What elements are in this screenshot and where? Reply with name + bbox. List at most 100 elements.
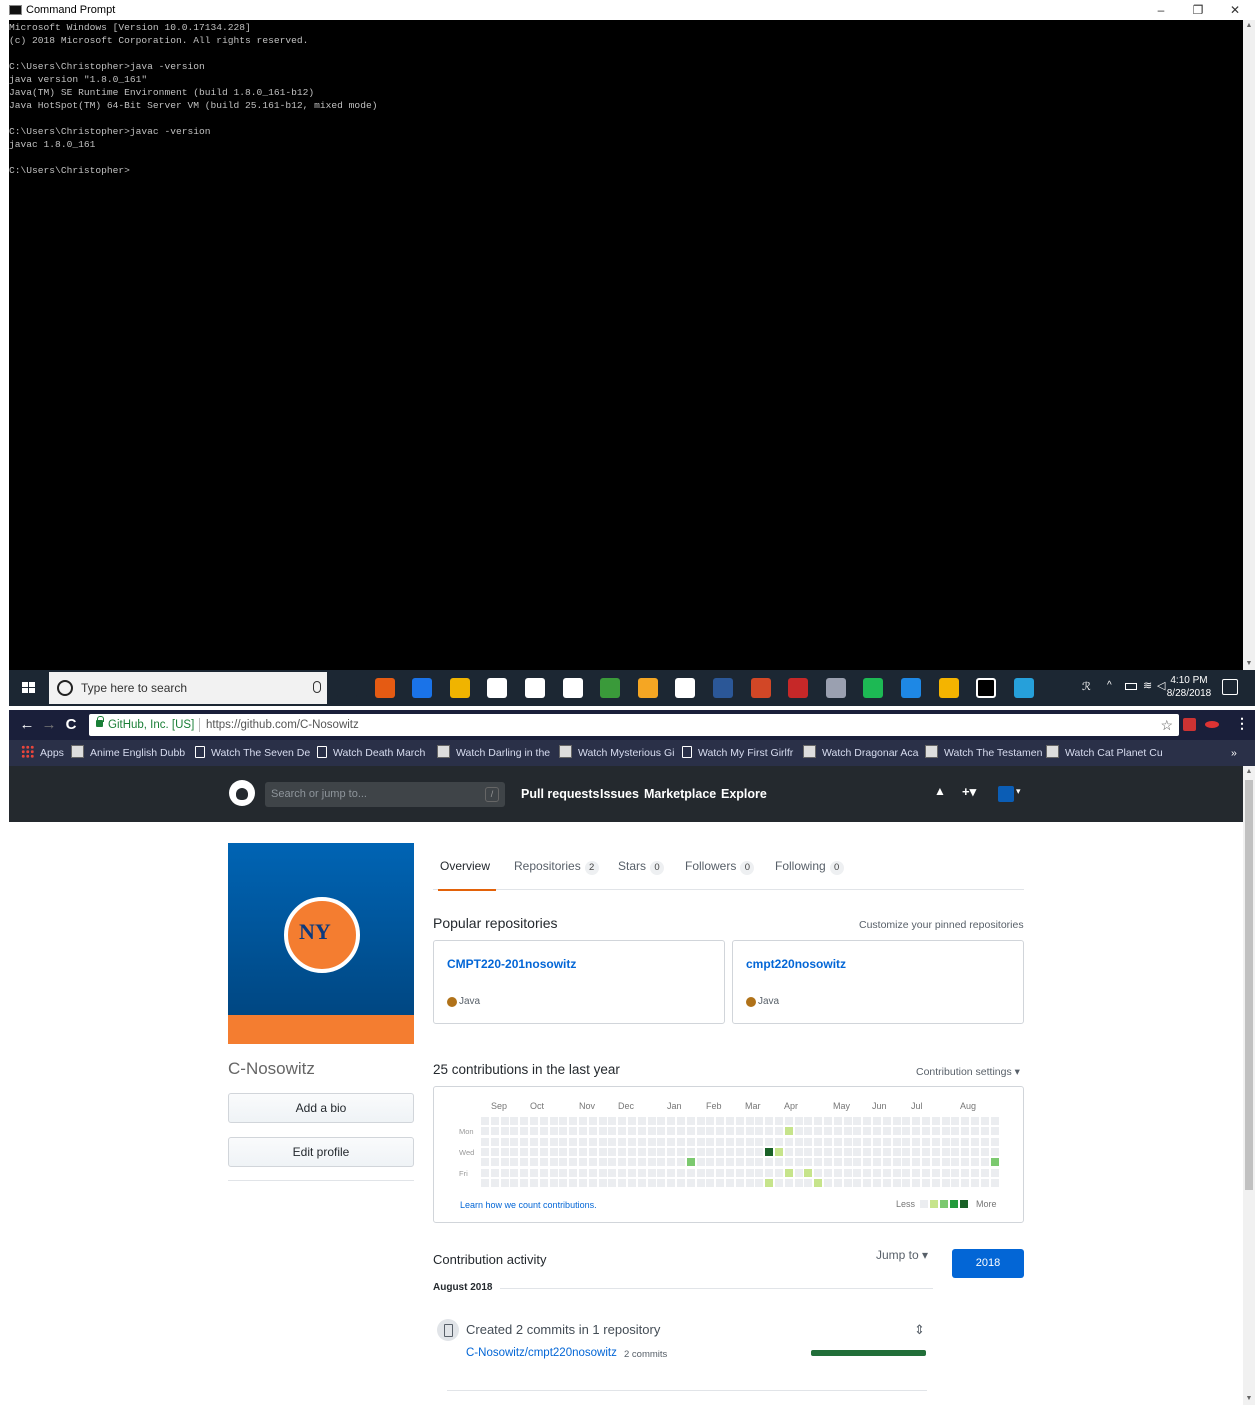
contribution-day[interactable]	[647, 1147, 656, 1156]
contribution-day[interactable]	[961, 1117, 970, 1125]
contribution-day[interactable]	[990, 1147, 999, 1156]
cmd-title-bar[interactable]: Command Prompt – ❐ ✕	[0, 0, 1255, 20]
contribution-day[interactable]	[716, 1168, 725, 1177]
contribution-day[interactable]	[833, 1117, 842, 1125]
contribution-day[interactable]	[814, 1158, 823, 1167]
contribution-day[interactable]	[735, 1168, 744, 1177]
jump-to-menu[interactable]: Jump to ▾	[876, 1248, 928, 1262]
reload-button[interactable]: C	[61, 715, 81, 735]
contribution-day[interactable]	[873, 1158, 881, 1167]
contribution-day[interactable]	[882, 1137, 891, 1146]
contribution-day[interactable]	[735, 1147, 744, 1156]
contribution-day[interactable]	[843, 1117, 852, 1125]
contribution-day[interactable]	[490, 1117, 499, 1125]
contribution-day[interactable]	[990, 1137, 999, 1146]
contribution-day[interactable]	[667, 1168, 676, 1177]
forward-button[interactable]: →	[39, 715, 59, 735]
contribution-day[interactable]	[637, 1137, 646, 1146]
bookmark-item[interactable]: Watch The Seven De	[195, 740, 310, 766]
contribution-day[interactable]	[667, 1178, 676, 1187]
contribution-day[interactable]	[882, 1158, 891, 1167]
paint-icon[interactable]	[637, 678, 658, 698]
contribution-day[interactable]	[794, 1158, 803, 1167]
contribution-day[interactable]	[520, 1168, 529, 1177]
contribution-day[interactable]	[530, 1127, 538, 1136]
contribution-day[interactable]	[618, 1117, 627, 1125]
contribution-day[interactable]	[598, 1127, 607, 1136]
contribution-day[interactable]	[579, 1147, 587, 1156]
chrome-icon[interactable]	[938, 678, 959, 698]
contribution-day[interactable]	[618, 1168, 627, 1177]
action-center-icon[interactable]	[1222, 679, 1238, 695]
contribution-day[interactable]	[912, 1137, 921, 1146]
back-button[interactable]: ←	[17, 715, 37, 735]
contribution-day[interactable]	[794, 1137, 803, 1146]
contribution-day[interactable]	[726, 1158, 734, 1167]
people-icon[interactable]: ℛ	[1082, 680, 1091, 693]
contribution-day[interactable]	[961, 1178, 970, 1187]
contribution-day[interactable]	[745, 1158, 754, 1167]
tab-stars[interactable]: Stars 0	[618, 850, 665, 890]
contribution-day[interactable]	[755, 1137, 764, 1146]
contribution-day[interactable]	[490, 1168, 499, 1177]
contribution-day[interactable]	[755, 1168, 764, 1177]
commit-repo-link[interactable]: C-Nosowitz/cmpt220nosowitz	[466, 1347, 617, 1359]
contribution-day[interactable]	[882, 1178, 891, 1187]
contribution-day[interactable]	[481, 1127, 489, 1136]
contribution-day[interactable]	[902, 1117, 911, 1125]
contribution-day[interactable]	[735, 1178, 744, 1187]
contribution-day[interactable]	[608, 1158, 617, 1167]
contribution-day[interactable]	[726, 1127, 734, 1136]
contribution-day[interactable]	[775, 1147, 783, 1156]
contribution-day[interactable]	[510, 1147, 519, 1156]
contribution-day[interactable]	[980, 1178, 989, 1187]
contribution-day[interactable]	[814, 1137, 823, 1146]
bookmark-item[interactable]: Watch Death March	[317, 740, 425, 766]
contribution-day[interactable]	[686, 1137, 695, 1146]
contribution-day[interactable]	[588, 1127, 597, 1136]
contribution-day[interactable]	[863, 1158, 872, 1167]
contribution-day[interactable]	[549, 1137, 558, 1146]
contribution-day[interactable]	[961, 1168, 970, 1177]
contribution-day[interactable]	[775, 1137, 783, 1146]
user-avatar-small[interactable]	[998, 786, 1014, 802]
contribution-day[interactable]	[853, 1137, 862, 1146]
contribution-day[interactable]	[971, 1178, 979, 1187]
contribution-day[interactable]	[481, 1117, 489, 1125]
settings-icon[interactable]	[525, 678, 545, 698]
bookmark-item[interactable]: Watch Mysterious Gi	[559, 740, 674, 766]
contribution-day[interactable]	[598, 1158, 607, 1167]
contribution-day[interactable]	[784, 1178, 793, 1187]
contribution-day[interactable]	[814, 1178, 823, 1187]
contribution-day[interactable]	[608, 1117, 617, 1125]
contribution-day[interactable]	[549, 1168, 558, 1177]
contribution-day[interactable]	[804, 1137, 813, 1146]
contribution-day[interactable]	[922, 1168, 930, 1177]
contribution-day[interactable]	[657, 1117, 666, 1125]
contribution-day[interactable]	[775, 1117, 783, 1125]
contribution-day[interactable]	[667, 1137, 676, 1146]
contribution-day[interactable]	[726, 1168, 734, 1177]
contribution-day[interactable]	[882, 1127, 891, 1136]
store-icon[interactable]	[487, 678, 508, 698]
app-blue-icon[interactable]	[901, 678, 921, 698]
contribution-day[interactable]	[520, 1147, 529, 1156]
contribution-day[interactable]	[971, 1158, 979, 1167]
contribution-day[interactable]	[912, 1168, 921, 1177]
contribution-day[interactable]	[510, 1158, 519, 1167]
contribution-day[interactable]	[980, 1127, 989, 1136]
bookmarks-overflow-icon[interactable]: »	[1231, 740, 1237, 766]
nav-pull-requests[interactable]: Pull requests	[521, 766, 600, 822]
contribution-day[interactable]	[686, 1117, 695, 1125]
contribution-day[interactable]	[804, 1117, 813, 1125]
contribution-day[interactable]	[530, 1137, 538, 1146]
contribution-day[interactable]	[833, 1147, 842, 1156]
contribution-day[interactable]	[490, 1137, 499, 1146]
contribution-day[interactable]	[922, 1117, 930, 1125]
customize-pinned-link[interactable]: Customize your pinned repositories	[859, 919, 1024, 931]
contribution-day[interactable]	[667, 1127, 676, 1136]
contribution-day[interactable]	[706, 1117, 715, 1125]
extension-red-icon[interactable]	[1183, 718, 1196, 731]
contribution-day[interactable]	[549, 1127, 558, 1136]
contribution-day[interactable]	[824, 1147, 832, 1156]
